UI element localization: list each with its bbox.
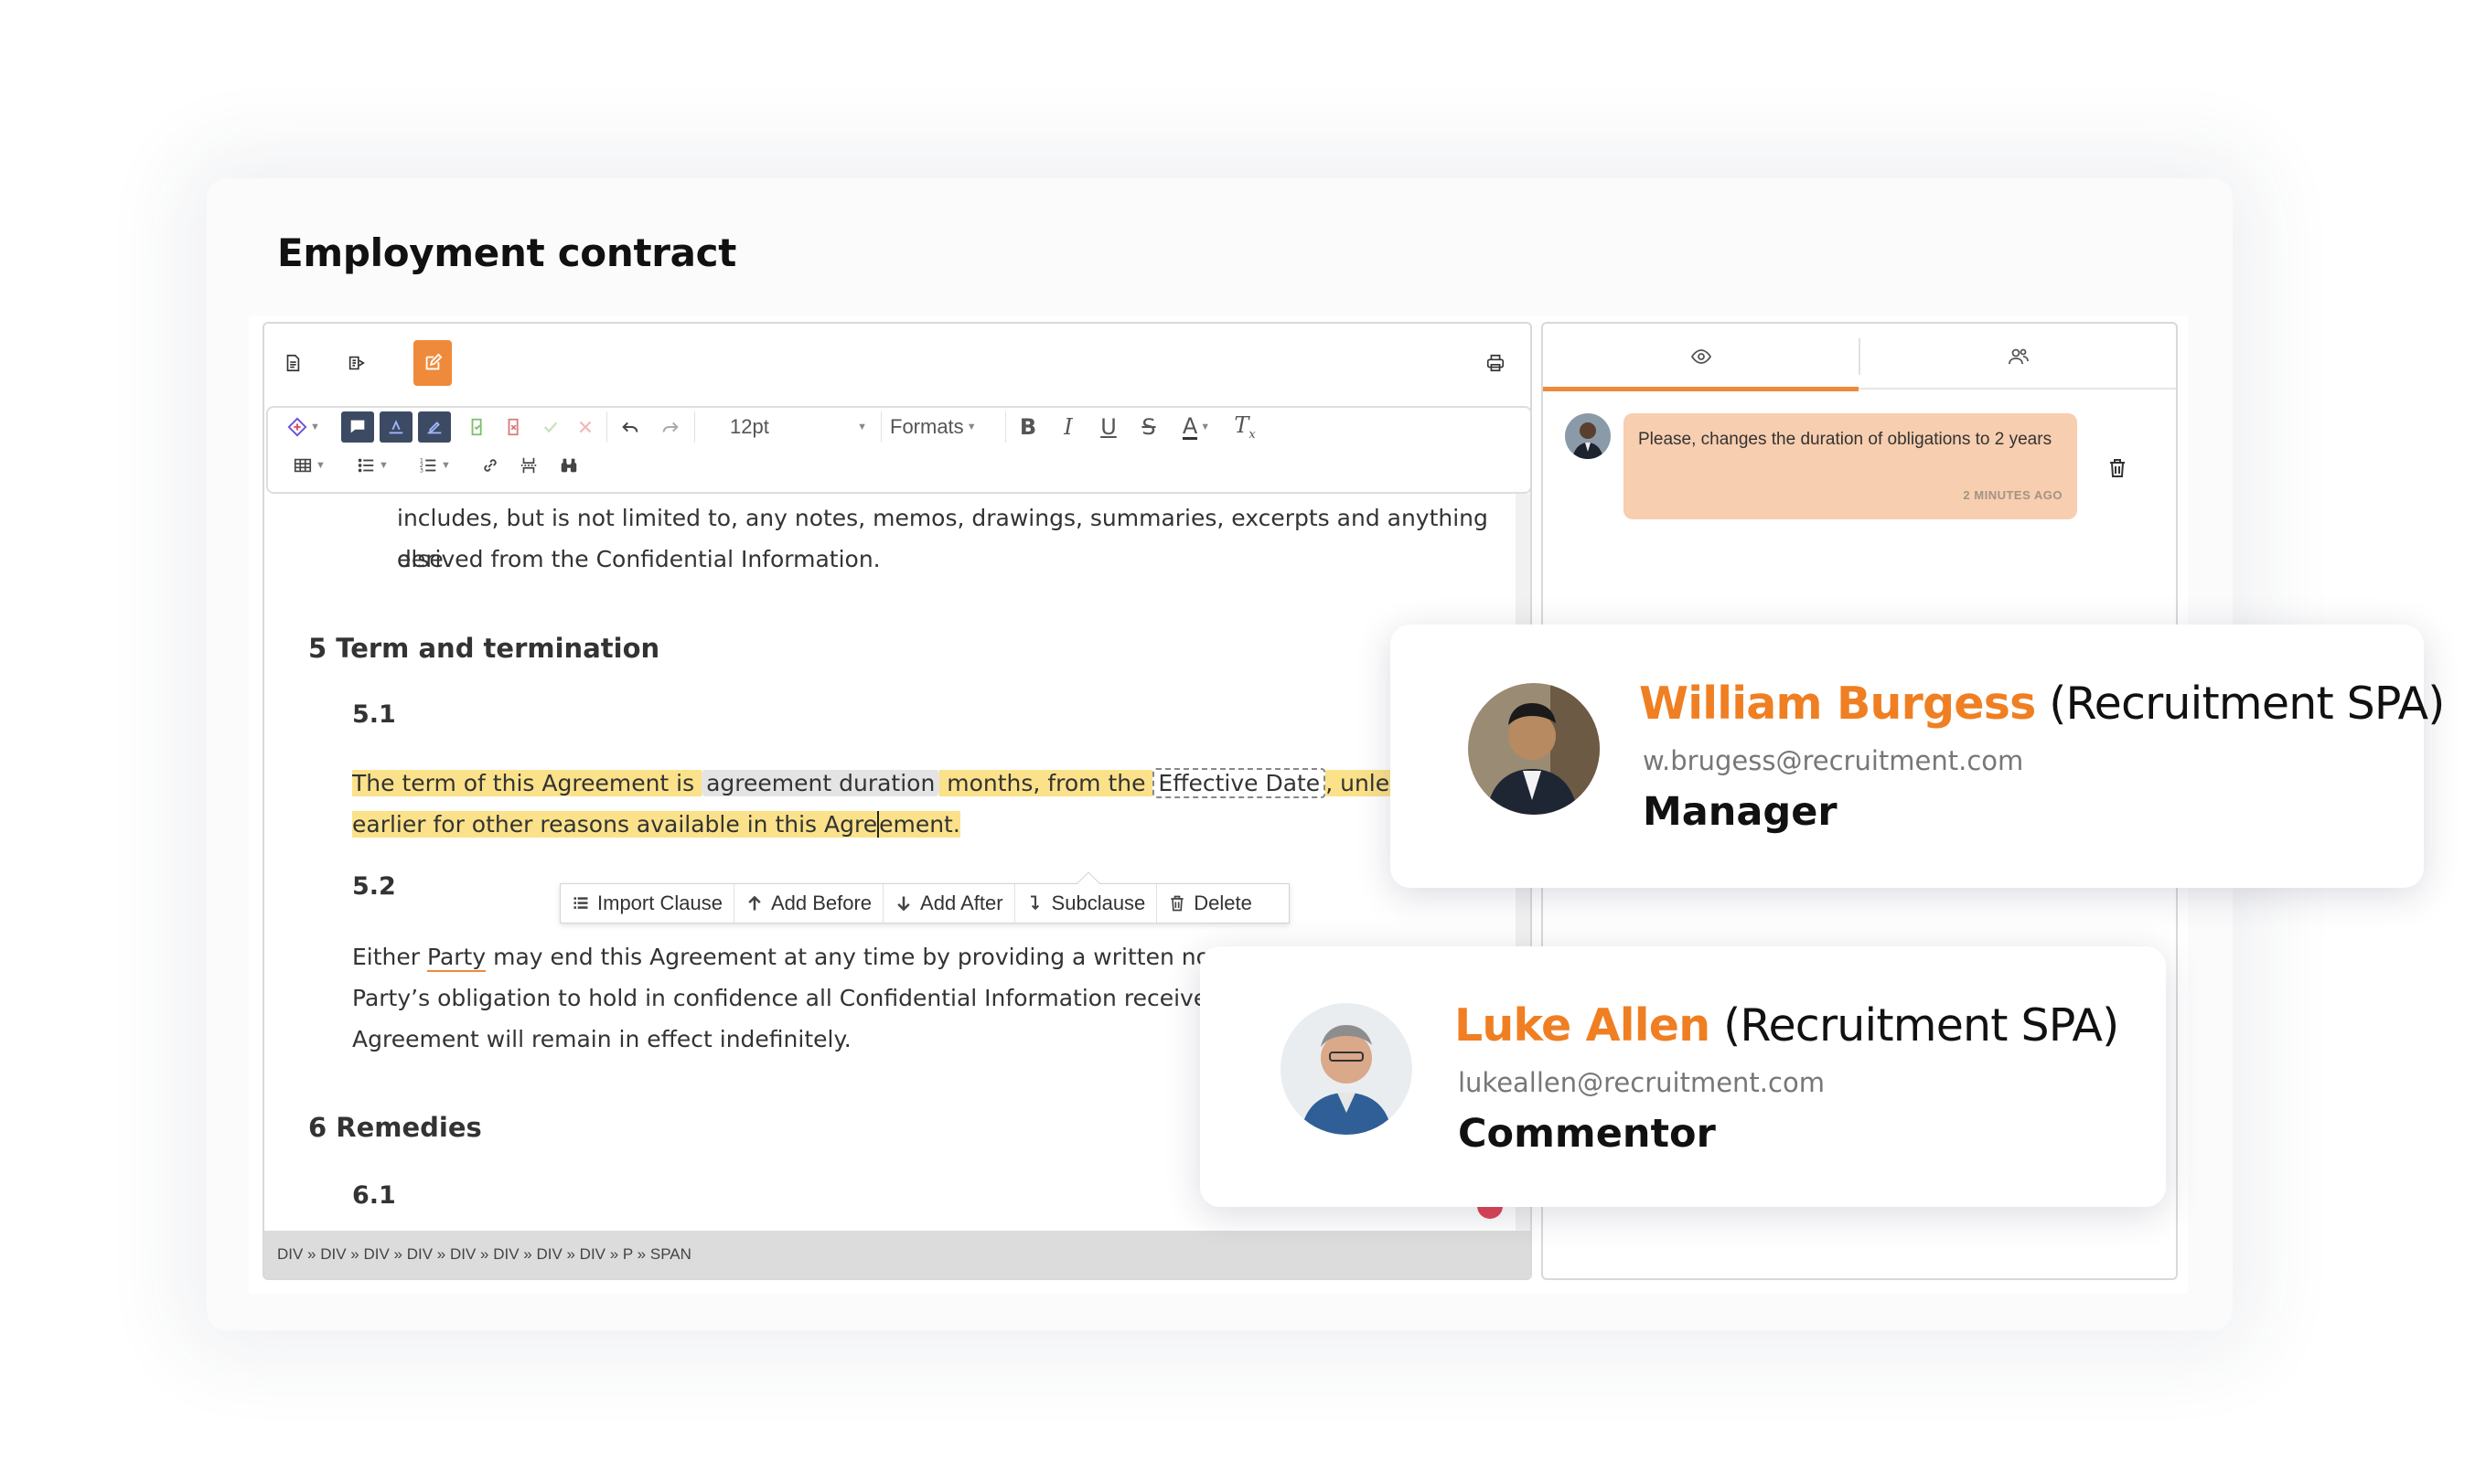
accept-icon[interactable] bbox=[535, 411, 566, 443]
user-card[interactable]: Luke Allen (Recruitment SPA) lukeallen@r… bbox=[1200, 946, 2166, 1207]
user-org: (Recruitment SPA) bbox=[2049, 678, 2445, 730]
clause-text: earlier for other reasons available in t… bbox=[352, 804, 960, 845]
link-icon[interactable] bbox=[475, 450, 506, 481]
user-email: w.brugess@recruitment.com bbox=[1643, 745, 2024, 776]
user-role: Commentor bbox=[1458, 1111, 1716, 1157]
clause-lock-icon[interactable] bbox=[380, 411, 413, 443]
subsection-heading: 5.1 bbox=[352, 700, 396, 729]
document-tag-icon[interactable] bbox=[338, 340, 376, 386]
users-icon bbox=[2008, 348, 2029, 365]
panel-tabs bbox=[1543, 324, 2176, 391]
font-size-value: 12pt bbox=[730, 415, 769, 438]
user-role: Manager bbox=[1643, 789, 1838, 835]
clause-text-segment: earlier for other reasons available in t… bbox=[352, 811, 878, 838]
formats-select[interactable]: Formats ▼ bbox=[890, 411, 1000, 443]
add-before-label: Add Before bbox=[770, 891, 873, 914]
clause-text-segment: The term of this Agreement is bbox=[352, 770, 702, 796]
user-card[interactable]: William Burgess (Recruitment SPA) w.brug… bbox=[1390, 625, 2445, 888]
subsection-heading: 5.2 bbox=[352, 872, 396, 901]
variable-chip-dashed[interactable]: Effective Date bbox=[1152, 768, 1326, 798]
underline-icon[interactable]: U bbox=[1093, 411, 1124, 443]
clause-text: Either Party may end this Agreement at a… bbox=[352, 936, 1269, 977]
print-icon[interactable] bbox=[1476, 340, 1515, 386]
edit-icon[interactable] bbox=[413, 340, 452, 386]
strikethrough-icon[interactable]: S bbox=[1133, 411, 1164, 443]
reject-icon[interactable] bbox=[570, 411, 601, 443]
clear-format-icon[interactable]: Tx bbox=[1228, 411, 1261, 443]
user-org: (Recruitment SPA) bbox=[1723, 999, 2119, 1052]
clause-edit-icon[interactable] bbox=[418, 411, 451, 443]
defined-term[interactable]: Party bbox=[427, 944, 487, 972]
user-name-line: Luke Allen (Recruitment SPA) bbox=[1454, 999, 2119, 1052]
reject-doc-icon[interactable] bbox=[498, 411, 530, 443]
numbered-list-icon[interactable]: 1 2 3 ▼ bbox=[407, 450, 462, 481]
table-icon[interactable]: ▼ bbox=[286, 450, 332, 481]
comment-text: Please, changes the duration of obligati… bbox=[1638, 430, 2052, 449]
bullet-list-icon[interactable]: ▼ bbox=[345, 450, 400, 481]
formats-label: Formats bbox=[890, 415, 964, 438]
user-name: Luke Allen bbox=[1454, 999, 1710, 1052]
clause-text: Party’s obligation to hold in confidence… bbox=[352, 985, 1244, 1011]
user-name-line: William Burgess (Recruitment SPA) bbox=[1639, 678, 2445, 730]
section-heading: 5 Term and termination bbox=[308, 633, 660, 664]
clause-text-segment: may end this Agreement at any time by pr… bbox=[486, 944, 1269, 970]
bold-icon[interactable]: B bbox=[1013, 411, 1044, 443]
page-title: Employment contract bbox=[277, 230, 737, 275]
page-break-icon[interactable] bbox=[513, 450, 544, 481]
document-icon[interactable] bbox=[273, 340, 312, 386]
avatar bbox=[1281, 1003, 1412, 1135]
svg-text:3: 3 bbox=[420, 466, 423, 474]
avatar bbox=[1468, 683, 1600, 815]
clause-text-segment: Either bbox=[352, 944, 427, 970]
delete-clause-button[interactable]: Delete bbox=[1157, 884, 1263, 923]
font-size-select[interactable]: 12pt ▼ bbox=[730, 411, 876, 443]
find-icon[interactable] bbox=[553, 450, 584, 481]
section-heading: 6 Remedies bbox=[308, 1112, 482, 1143]
avatar bbox=[1565, 413, 1611, 459]
undo-icon[interactable] bbox=[614, 411, 647, 443]
user-email: lukeallen@recruitment.com bbox=[1458, 1067, 1825, 1098]
element-path: DIV » DIV » DIV » DIV » DIV » DIV » DIV … bbox=[264, 1231, 1530, 1278]
redo-icon[interactable] bbox=[654, 411, 687, 443]
clause-icon[interactable]: ▼ bbox=[281, 411, 327, 443]
add-after-label: Add After bbox=[920, 891, 1003, 914]
comment-icon[interactable] bbox=[341, 411, 374, 443]
add-before-button[interactable]: Add Before bbox=[734, 884, 884, 923]
formatting-toolbar: ▼ 12pt ▼ Formats ▼ B I U S A ▼ Tx ▼ ▼ 1 … bbox=[266, 406, 1530, 494]
approve-doc-icon[interactable] bbox=[462, 411, 493, 443]
subsection-heading: 6.1 bbox=[352, 1181, 396, 1210]
clause-text-segment: ement. bbox=[877, 811, 960, 838]
tab-view[interactable] bbox=[1543, 324, 1859, 391]
clause-text-segment: months, from the bbox=[939, 770, 1153, 796]
paragraph-line: derived from the Confidential Informatio… bbox=[397, 546, 881, 572]
user-name: William Burgess bbox=[1639, 678, 2036, 730]
variable-chip[interactable]: agreement duration bbox=[702, 770, 940, 796]
tab-users[interactable] bbox=[1860, 324, 2176, 390]
font-color-icon[interactable]: A ▼ bbox=[1173, 411, 1219, 443]
add-after-button[interactable]: Add After bbox=[884, 884, 1015, 923]
clause-text: Agreement will remain in effect indefini… bbox=[352, 1026, 852, 1052]
trash-icon[interactable] bbox=[2106, 457, 2128, 479]
eye-icon bbox=[1690, 349, 1711, 364]
clause-menu: Import Clause Add Before Add After Subcl… bbox=[560, 871, 1290, 923]
italic-icon[interactable]: I bbox=[1053, 411, 1084, 443]
delete-clause-label: Delete bbox=[1194, 891, 1252, 914]
comment-timestamp: 2 MINUTES AGO bbox=[1963, 488, 2063, 502]
import-clause-label: Import Clause bbox=[597, 891, 723, 914]
top-toolbar bbox=[264, 324, 1530, 406]
import-clause-button[interactable]: Import Clause bbox=[561, 884, 734, 923]
comment-bubble[interactable]: Please, changes the duration of obligati… bbox=[1623, 413, 2077, 519]
subclause-label: Subclause bbox=[1051, 891, 1146, 914]
clause-text: The term of this Agreement is agreement … bbox=[352, 763, 1453, 804]
